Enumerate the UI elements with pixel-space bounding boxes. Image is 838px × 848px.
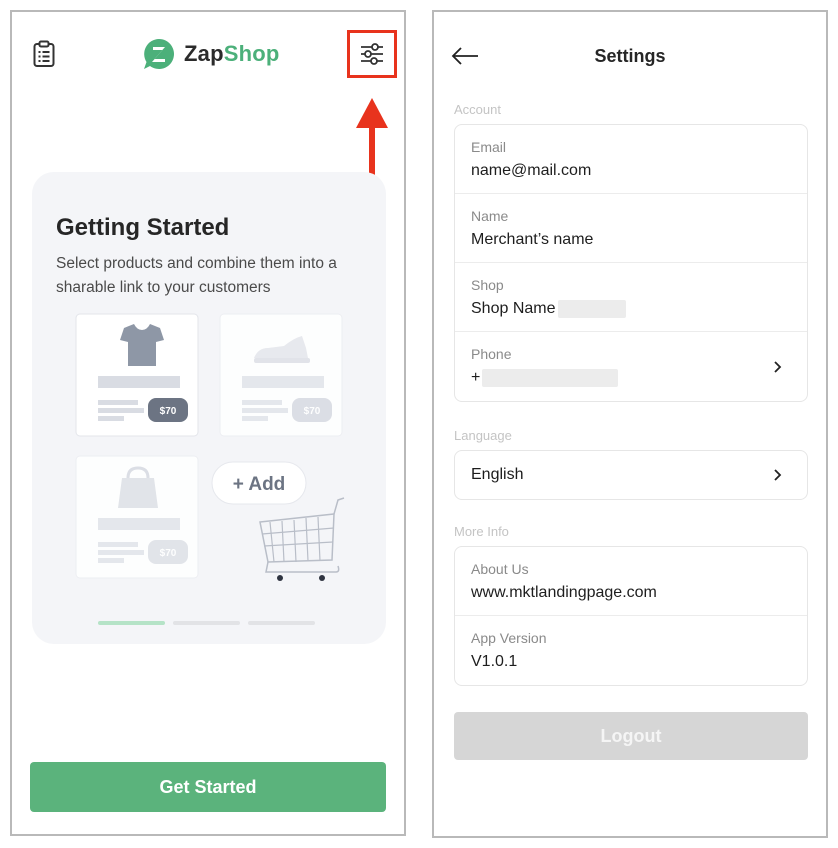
section-label-more-info: More Info (454, 524, 509, 539)
price-tag-2: $70 (304, 406, 321, 417)
page-dot[interactable] (248, 621, 315, 625)
onboarding-title: Getting Started (56, 214, 230, 241)
settings-header: Settings (434, 12, 826, 92)
zapshop-logo-icon (144, 39, 174, 69)
chevron-right-icon (774, 361, 782, 373)
shop-value: Shop Name (471, 300, 556, 317)
redacted-block (557, 300, 626, 318)
about-value[interactable]: www.mktlandingpage.com (471, 582, 791, 604)
shop-label: Shop (471, 277, 504, 293)
phone-value: + (471, 369, 481, 386)
add-label: + Add (233, 474, 286, 495)
get-started-button[interactable]: Get Started (30, 762, 386, 812)
logout-button[interactable]: Logout (454, 712, 808, 760)
sliders-icon (361, 43, 383, 65)
price-tag-1: $70 (160, 406, 177, 417)
brand-name-zap: Zap (184, 41, 224, 66)
section-label-account: Account (454, 102, 501, 117)
product-card-shoe: $70 (219, 313, 343, 437)
chevron-right-icon (774, 469, 782, 481)
price-tag-3: $70 (160, 548, 177, 559)
page-dot[interactable] (173, 621, 240, 625)
email-label: Email (471, 139, 507, 155)
shop-row[interactable]: Shop Shop Name (455, 263, 807, 332)
section-label-language: Language (454, 428, 512, 443)
add-pill: + Add (211, 461, 307, 505)
email-value: name@mail.com (471, 162, 592, 179)
account-group: Email name@mail.com Name Merchant’s name… (454, 124, 808, 402)
onboarding-card: $70 $70 $70 + Add Getting Started Select… (32, 172, 386, 644)
language-group: English (454, 450, 808, 500)
name-row[interactable]: Name Merchant’s name (455, 194, 807, 263)
name-value: Merchant’s name (471, 231, 594, 248)
language-value: English (471, 466, 524, 483)
shop-value-line: Shop Name (471, 298, 791, 320)
phone-row[interactable]: Phone + (455, 332, 807, 401)
page-dot-active[interactable] (98, 621, 165, 625)
redacted-block (482, 369, 619, 387)
product-card-bag: $70 (75, 455, 199, 579)
settings-screen: Settings Account Email name@mail.com Nam… (432, 10, 828, 838)
phone-value-line: + (471, 367, 791, 389)
page-indicator (98, 621, 315, 625)
language-row[interactable]: English (455, 451, 807, 499)
cart-icon (259, 497, 345, 581)
product-card-shirt: $70 (75, 313, 199, 437)
onboarding-description: Select products and combine them into a … (56, 255, 337, 296)
more-info-group: About Us www.mktlandingpage.com App Vers… (454, 546, 808, 686)
version-label: App Version (471, 630, 547, 646)
app-header: ZapShop (12, 12, 404, 92)
version-row: App Version V1.0.1 (455, 616, 807, 685)
onboarding-screen: ZapShop $70 $70 $70 + Add Getting Starte… (10, 10, 406, 836)
brand-name-shop: Shop (223, 41, 280, 66)
email-row[interactable]: Email name@mail.com (455, 125, 807, 194)
phone-label: Phone (471, 346, 512, 362)
clipboard-icon[interactable] (32, 40, 56, 68)
name-label: Name (471, 208, 509, 224)
version-value: V1.0.1 (471, 653, 518, 670)
about-row[interactable]: About Us www.mktlandingpage.com (455, 547, 807, 616)
settings-button[interactable] (347, 30, 397, 78)
product-illustration: $70 $70 $70 + Add (75, 313, 345, 581)
about-label: About Us (471, 561, 529, 577)
page-title: Settings (594, 46, 666, 66)
brand-logo: ZapShop (142, 36, 280, 72)
